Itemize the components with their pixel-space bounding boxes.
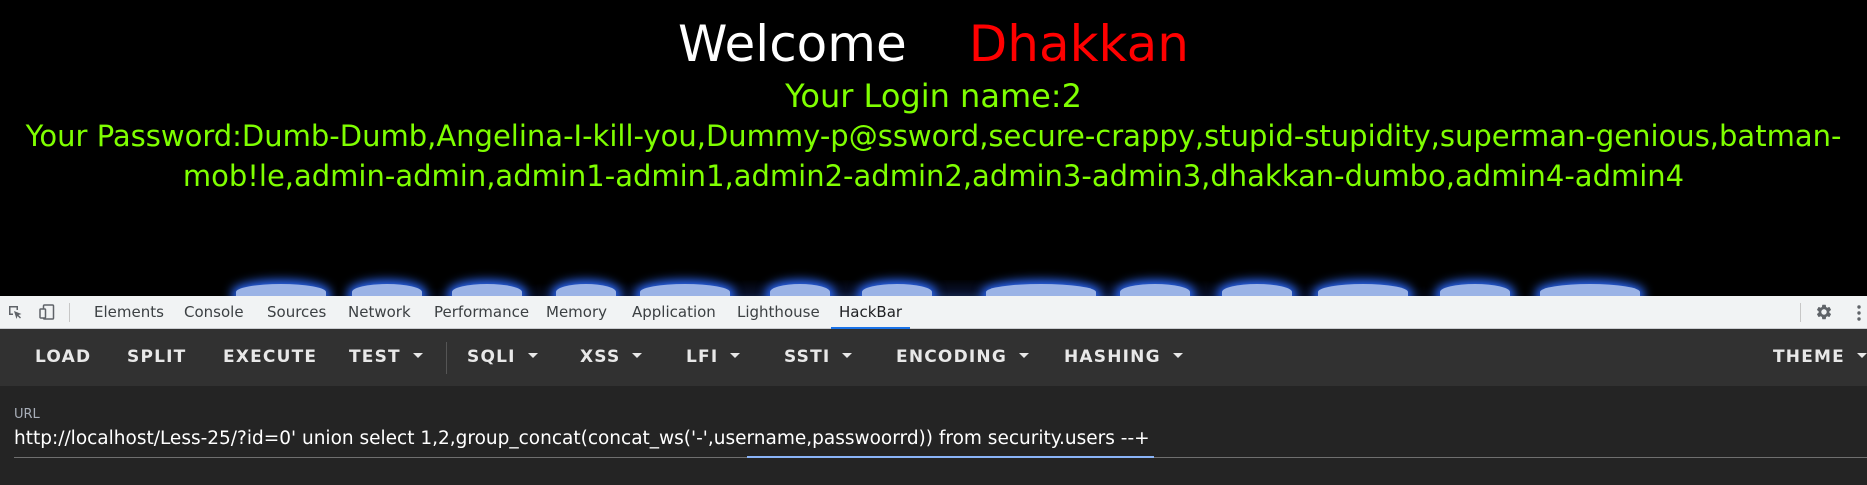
hackbar-toolbar: LOAD SPLIT EXECUTE TEST SQLI XSS LFI SST…: [0, 329, 1867, 386]
device-toolbar-icon[interactable]: [39, 304, 55, 320]
banner-image-fragment: [1222, 284, 1292, 296]
tab-elements[interactable]: Elements: [94, 296, 164, 328]
tab-performance[interactable]: Performance: [434, 296, 529, 328]
execute-button-label: EXECUTE: [223, 347, 318, 367]
gear-icon[interactable]: [1815, 303, 1833, 321]
encoding-menu-button[interactable]: ENCODING: [896, 329, 1029, 386]
welcome-word: Welcome: [678, 15, 907, 73]
load-button[interactable]: LOAD: [35, 329, 91, 386]
caret-down-icon: [632, 352, 643, 358]
sqli-menu-label: SQLI: [467, 347, 516, 367]
url-label: URL: [14, 407, 40, 422]
tab-bar-separator: [69, 303, 70, 322]
banner-image-fragment: [452, 284, 522, 296]
web-page-content: Welcome Dhakkan Your Login name:2 Your Pa…: [0, 0, 1867, 296]
banner-image-fragment: [1318, 284, 1408, 296]
banner-image-fragment: [352, 284, 422, 296]
url-input-focus-indicator: [747, 456, 1154, 458]
theme-menu-button[interactable]: THEME: [1773, 329, 1867, 386]
inspect-element-icon[interactable]: [7, 304, 23, 320]
split-button-label: SPLIT: [127, 347, 187, 367]
caret-down-icon: [412, 352, 423, 358]
browser-page: Welcome Dhakkan Your Login name:2 Your Pa…: [0, 0, 1867, 485]
tab-lighthouse[interactable]: Lighthouse: [737, 296, 820, 328]
banner-image-fragment: [1440, 284, 1510, 296]
caret-down-icon: [1856, 352, 1867, 358]
caret-down-icon: [1172, 352, 1183, 358]
tab-hackbar[interactable]: HackBar: [830, 296, 911, 329]
ssti-menu-button[interactable]: SSTI: [784, 329, 853, 386]
banner-image-fragment: [1540, 284, 1640, 296]
welcome-username: Dhakkan: [968, 15, 1189, 73]
banner-image-fragment: [770, 284, 830, 296]
caret-down-icon: [730, 352, 741, 358]
lfi-menu-button[interactable]: LFI: [686, 329, 741, 386]
welcome-heading: Welcome Dhakkan: [0, 12, 1867, 76]
split-button[interactable]: SPLIT: [127, 329, 186, 386]
url-field-container: URL http://localhost/Less-25/?id=0' unio…: [0, 386, 1867, 485]
hashing-menu-label: HASHING: [1064, 347, 1161, 367]
lfi-menu-label: LFI: [686, 347, 719, 367]
banner-image-fragment: [862, 284, 932, 296]
banner-image-fragment: [640, 284, 730, 296]
hashing-menu-button[interactable]: HASHING: [1064, 329, 1183, 386]
execute-button[interactable]: EXECUTE: [223, 329, 317, 386]
banner-image-fragment: [236, 284, 326, 296]
sqli-menu-button[interactable]: SQLI: [467, 329, 538, 386]
banner-image-glow: [240, 280, 1640, 296]
tab-sources[interactable]: Sources: [267, 296, 326, 328]
url-input[interactable]: http://localhost/Less-25/?id=0' union se…: [14, 428, 1854, 449]
load-button-label: LOAD: [35, 347, 92, 367]
caret-down-icon: [1019, 352, 1029, 358]
ssti-menu-label: SSTI: [784, 347, 831, 367]
test-menu-button[interactable]: TEST: [349, 329, 423, 386]
xss-menu-label: XSS: [580, 347, 621, 367]
devtools-panel: Elements Console Sources Network Perform…: [0, 296, 1867, 485]
banner-image-fragment: [556, 284, 616, 296]
banner-image-fragment: [986, 284, 1096, 296]
tab-memory[interactable]: Memory: [546, 296, 607, 328]
toolbar-divider: [446, 342, 447, 374]
password-text: Your Password:Dumb-Dumb,Angelina-I-kill-…: [25, 119, 1842, 193]
tab-console[interactable]: Console: [184, 296, 244, 328]
test-menu-label: TEST: [349, 347, 401, 367]
theme-menu-label: THEME: [1773, 347, 1845, 367]
encoding-menu-label: ENCODING: [896, 347, 1007, 367]
tab-application[interactable]: Application: [632, 296, 716, 328]
tab-network[interactable]: Network: [348, 296, 411, 328]
banner-image-fragment: [1120, 284, 1190, 296]
login-name-text: Your Login name:2: [785, 77, 1082, 115]
devtools-tab-bar: Elements Console Sources Network Perform…: [0, 296, 1867, 329]
caret-down-icon: [527, 352, 538, 358]
tab-bar-separator: [1800, 303, 1801, 322]
xss-menu-button[interactable]: XSS: [580, 329, 643, 386]
more-vertical-icon[interactable]: [1851, 304, 1867, 322]
caret-down-icon: [842, 352, 853, 358]
